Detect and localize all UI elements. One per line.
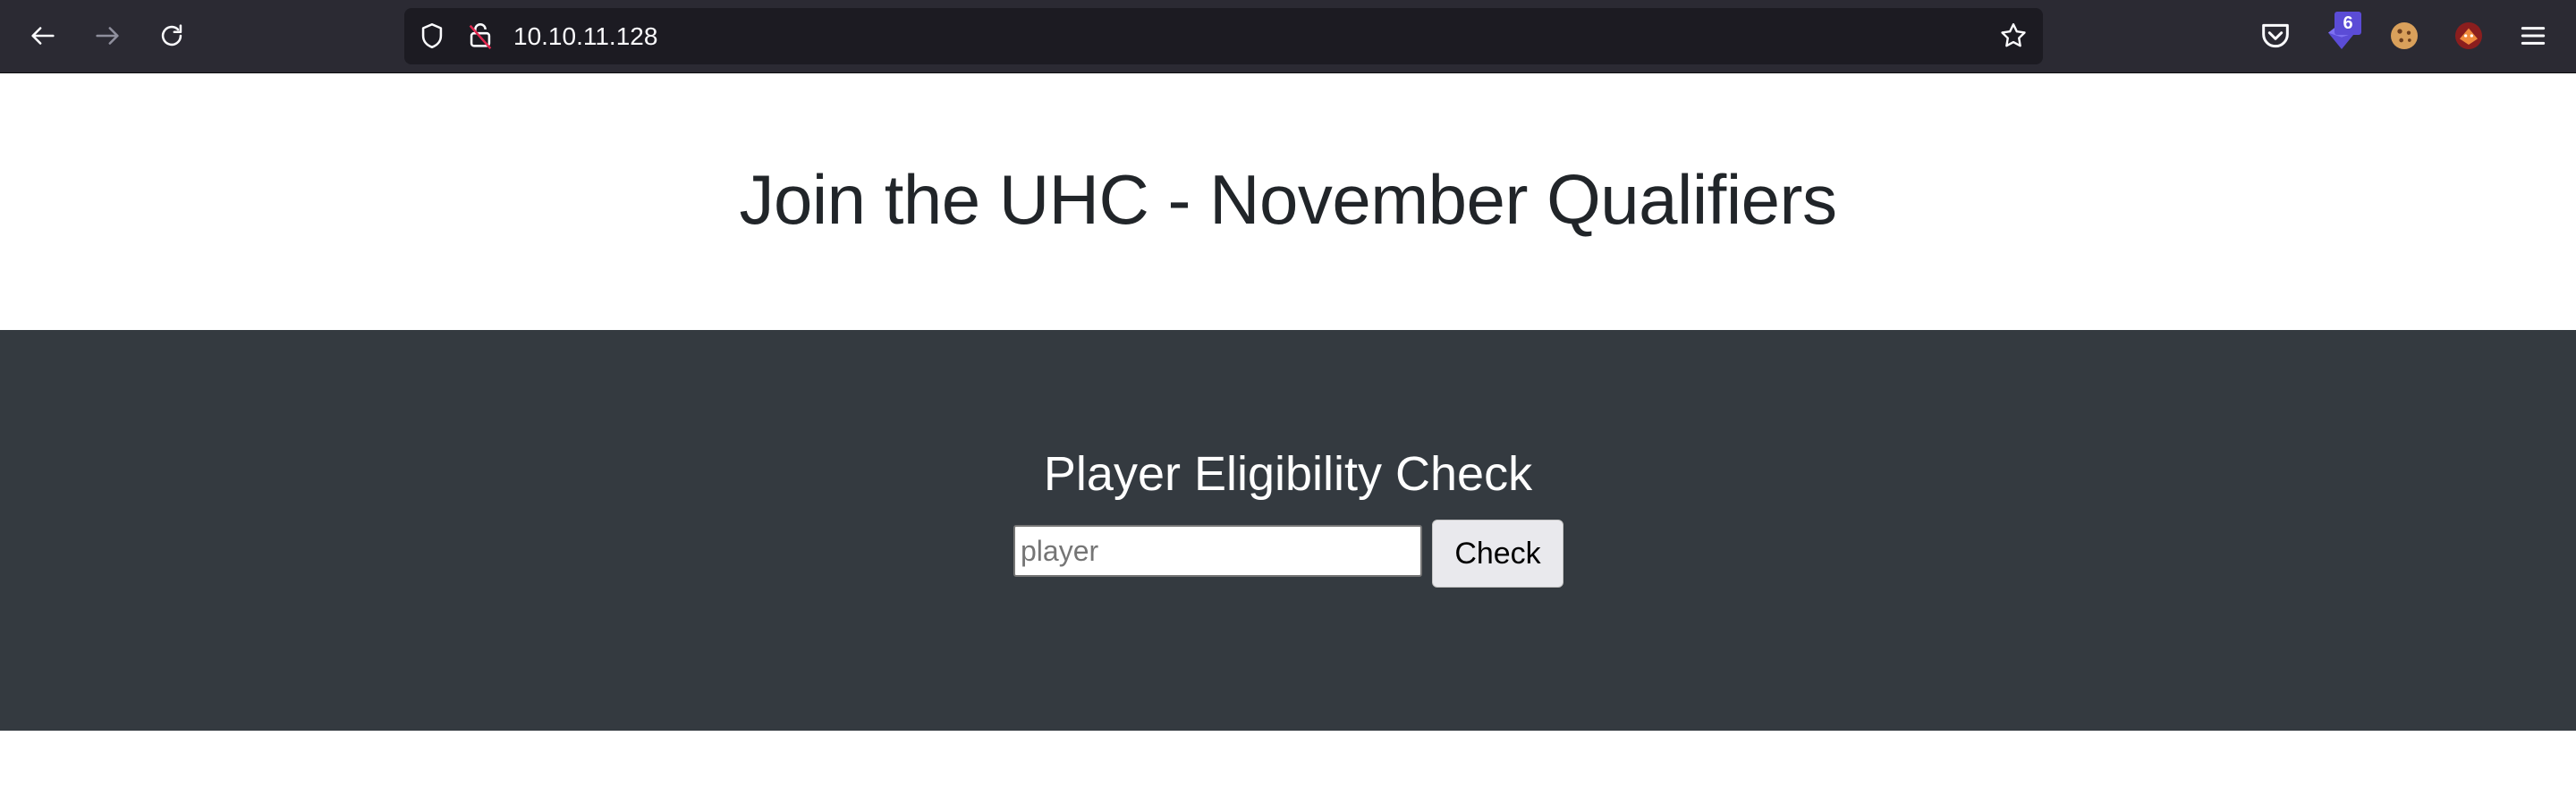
tracking-protection-button[interactable] xyxy=(417,21,447,51)
extension-badge: 6 xyxy=(2334,12,2361,35)
url-text[interactable]: 10.10.11.128 xyxy=(513,8,657,64)
browser-toolbar: 10.10.11.128 6 xyxy=(0,0,2576,73)
reload-button[interactable] xyxy=(152,16,191,55)
cookie-extension-button[interactable] xyxy=(2386,18,2422,54)
form-heading: Player Eligibility Check xyxy=(1043,447,1533,501)
app-menu-button[interactable] xyxy=(2515,18,2551,54)
forward-button[interactable] xyxy=(88,16,127,55)
site-security-button[interactable] xyxy=(465,21,496,51)
address-bar[interactable]: 10.10.11.128 xyxy=(404,8,2043,64)
insecure-lock-icon xyxy=(469,23,492,50)
reload-icon xyxy=(161,24,182,47)
forward-arrow-icon xyxy=(96,27,119,45)
foxyproxy-icon xyxy=(2455,22,2482,49)
pocket-icon xyxy=(2262,23,2289,48)
hero-section: Join the UHC - November Qualifiers xyxy=(0,73,2576,330)
star-icon xyxy=(2001,23,2026,47)
check-button[interactable]: Check xyxy=(1432,520,1563,588)
pocket-button[interactable] xyxy=(2258,18,2293,54)
back-button[interactable] xyxy=(23,16,63,55)
eligibility-section: Player Eligibility Check Check xyxy=(0,330,2576,731)
hamburger-menu-icon xyxy=(2521,27,2546,45)
back-arrow-icon xyxy=(31,27,55,45)
player-input[interactable] xyxy=(1013,525,1422,577)
bookmark-button[interactable] xyxy=(1998,21,2029,51)
page-title: Join the UHC - November Qualifiers xyxy=(739,160,1837,239)
foxyproxy-extension-button[interactable] xyxy=(2451,18,2487,54)
shield-icon xyxy=(421,22,443,49)
cookie-icon xyxy=(2391,22,2418,49)
